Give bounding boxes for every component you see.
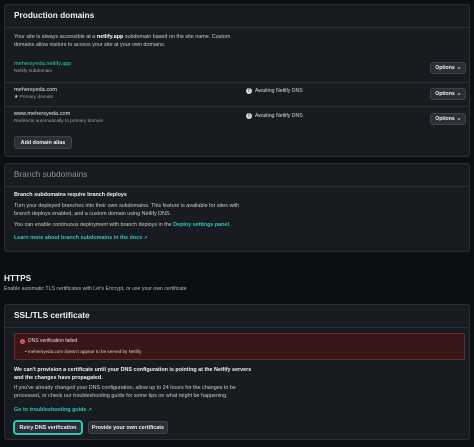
ssl-certificate-title: SSL/TLS certificate <box>5 305 469 328</box>
domain-name-primary: mehersyeda.com <box>14 87 57 93</box>
deploy-settings-link[interactable]: Deploy settings panel <box>173 222 229 228</box>
production-domains-card: Production domains Your site is always a… <box>4 4 470 157</box>
chevron-down-icon <box>457 93 461 96</box>
chevron-down-icon <box>457 118 461 121</box>
branch-subdomains-description: Turn your deployed branches into their o… <box>14 203 240 217</box>
dns-verification-alert: ! DNS verification failed mehersyeda.com… <box>14 333 465 360</box>
branch-subdomains-heading: Branch subdomains require branch deploys <box>14 192 127 198</box>
branch-subdomains-title: Branch subdomains <box>5 164 469 187</box>
external-link-icon: ↗ <box>87 407 92 412</box>
ssl-error-message: We can't provision a certificate until y… <box>14 367 252 381</box>
production-domains-description: Your site is always accessible at a netl… <box>14 34 231 48</box>
domain-separator <box>5 82 469 83</box>
domain-separator <box>5 106 469 107</box>
branch-subdomains-card: Branch subdomains Branch subdomains requ… <box>4 163 470 252</box>
options-button-www-domain[interactable]: Options <box>430 113 466 125</box>
domain-name-www: www.mehersyeda.com <box>14 111 71 117</box>
https-section-title: HTTPS <box>4 273 32 283</box>
alert-title: DNS verification failed <box>28 338 78 344</box>
retry-dns-verification-button[interactable]: Retry DNS verification <box>14 421 82 434</box>
warning-circle-icon: ! <box>246 113 252 119</box>
external-link-icon: ↗ <box>143 235 148 240</box>
ssl-certificate-card: SSL/TLS certificate ! DNS verification f… <box>4 304 470 440</box>
production-domains-title: Production domains <box>5 5 469 28</box>
learn-more-branch-subdomains-link[interactable]: Learn more about branch subdomains in th… <box>14 235 147 241</box>
domain-sub-netlify: Netlify subdomain <box>14 69 53 74</box>
https-section-subtitle: Enable automatic TLS certificates with L… <box>4 286 187 292</box>
chevron-down-icon <box>457 67 461 70</box>
domain-sub-www: Redirects automatically to primary domai… <box>14 119 104 124</box>
domain-link-netlify-subdomain[interactable]: mehersyeda.netlify.app <box>14 61 71 67</box>
branch-deploy-settings-text: You can enable continuous deployment wit… <box>14 222 231 228</box>
domain-sub-primary: ★ Primary domain <box>14 95 54 100</box>
domain-status-primary: ! Awaiting Netlify DNS <box>246 88 303 94</box>
provide-own-certificate-button[interactable]: Provide your own certificate <box>88 421 168 434</box>
star-icon: ★ <box>14 95 19 100</box>
options-button-netlify-subdomain[interactable]: Options <box>430 62 466 74</box>
ssl-help-text: If you've already changed your DNS confi… <box>14 385 236 399</box>
warning-circle-icon: ! <box>246 88 252 94</box>
options-button-primary-domain[interactable]: Options <box>430 88 466 100</box>
alert-item: mehersyeda.com doesn't appear to be serv… <box>25 349 142 354</box>
add-domain-alias-button[interactable]: Add domain alias <box>14 136 72 149</box>
error-circle-icon: ! <box>20 338 25 344</box>
domain-status-www: ! Awaiting Netlify DNS <box>246 113 303 119</box>
troubleshooting-guide-link[interactable]: Go to troubleshooting guide ↗ <box>14 407 92 413</box>
